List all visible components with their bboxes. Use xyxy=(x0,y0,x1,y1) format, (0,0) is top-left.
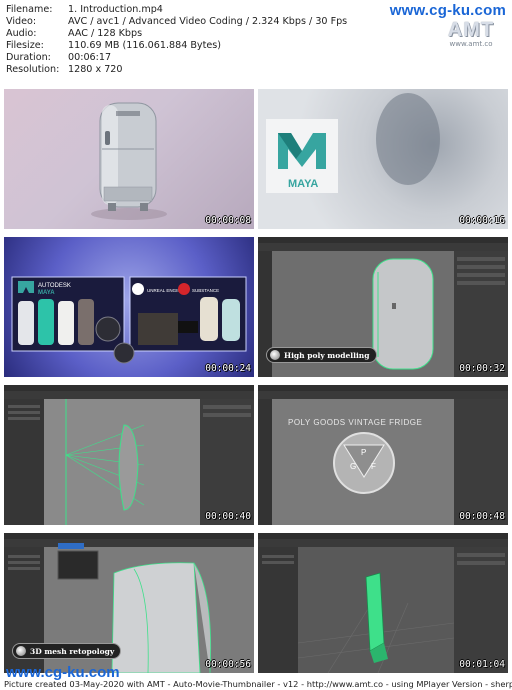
meta-key: Resolution: xyxy=(6,64,60,76)
maya-label: MAYA xyxy=(38,290,55,296)
timestamp: 00:00:16 xyxy=(459,215,505,226)
meta-row-duration: Duration: 00:06:17 xyxy=(6,52,386,64)
thumbnail-1[interactable]: 00:00:08 xyxy=(4,89,254,229)
timestamp: 00:00:48 xyxy=(459,511,505,522)
meta-row-audio: Audio: AAC / 128 Kbps xyxy=(6,28,386,40)
logo-text: POLY GOODS VINTAGE FRIDGE xyxy=(288,418,422,427)
meta-key: Duration: xyxy=(6,52,51,64)
meta-value: 1. Introduction.mp4 xyxy=(68,4,163,15)
timestamp: 00:00:56 xyxy=(205,659,251,670)
badge-text: High poly modelling xyxy=(284,350,370,360)
logo-scene: POLY GOODS VINTAGE FRIDGE P G F xyxy=(258,385,508,525)
meta-key: Filename: xyxy=(6,4,53,15)
meta-value: 00:06:17 xyxy=(68,52,112,64)
logo-letter-g: G xyxy=(350,462,356,471)
thumbnail-7[interactable]: 3D mesh retopology 00:00:56 xyxy=(4,533,254,673)
section-badge: 3D mesh retopology xyxy=(12,643,122,659)
badge-icon xyxy=(270,350,280,360)
meta-row-resolution: Resolution: 1280 x 720 xyxy=(6,64,386,76)
thumbnail-3[interactable]: AUTODESK MAYA UNREAL ENGINE SUBSTANCE 00… xyxy=(4,237,254,377)
thumbnail-8[interactable]: 00:01:04 xyxy=(258,533,508,673)
thumbnail-grid: 00:00:08 MAYA 00:00:16 AUTODESK MAYA UNR… xyxy=(4,89,508,677)
green-mesh-scene xyxy=(258,533,508,673)
meta-row-video: Video: AVC / avc1 / Advanced Video Codin… xyxy=(6,16,386,28)
maya-label: MAYA xyxy=(288,178,318,190)
meta-key: Video: xyxy=(6,16,37,28)
meta-key: Filesize: xyxy=(6,40,44,52)
meta-value: 1280 x 720 xyxy=(68,64,123,76)
footer-credit: Picture created 03-May-2020 with AMT - A… xyxy=(4,679,512,689)
thumbnail-5[interactable]: 00:00:40 xyxy=(4,385,254,525)
meta-value: 110.69 MB (116.061.884 Bytes) xyxy=(68,40,222,52)
timestamp: 00:00:40 xyxy=(205,511,251,522)
thumbnail-4[interactable]: High poly modelling 00:00:32 xyxy=(258,237,508,377)
fridge-render-scene xyxy=(91,102,167,220)
meta-value: AVC / avc1 / Advanced Video Coding / 2.3… xyxy=(68,16,348,28)
badge-text: 3D mesh retopology xyxy=(30,646,115,656)
timestamp: 00:00:08 xyxy=(205,215,251,226)
maya-logo-scene: MAYA xyxy=(266,93,440,193)
timestamp: 00:00:32 xyxy=(459,363,505,374)
timestamp: 00:01:04 xyxy=(459,659,505,670)
thumbnail-2[interactable]: MAYA 00:00:16 xyxy=(258,89,508,229)
meta-row-filename: Filename: 1. Introduction.mp4 xyxy=(6,4,386,16)
amt-logo-mark: AMT xyxy=(447,19,495,41)
logo-letter-f: F xyxy=(371,462,376,471)
wire-scene xyxy=(4,385,254,525)
timestamp: 00:00:24 xyxy=(205,363,251,374)
amt-logo: AMT www.amt.co xyxy=(438,19,504,53)
thumbnail-6[interactable]: POLY GOODS VINTAGE FRIDGE P G F 00:00:48 xyxy=(258,385,508,525)
meta-value: AAC / 128 Kbps xyxy=(68,28,143,40)
file-metadata: Filename: 1. Introduction.mp4 Video: AVC… xyxy=(6,4,386,77)
collage-scene: AUTODESK MAYA UNREAL ENGINE SUBSTANCE xyxy=(11,276,247,364)
substance-label: SUBSTANCE xyxy=(192,288,219,293)
badge-icon xyxy=(16,646,26,656)
logo-letter-p: P xyxy=(361,448,366,457)
watermark-url: www.cg-ku.com xyxy=(389,2,506,19)
meta-row-filesize: Filesize: 110.69 MB (116.061.884 Bytes) xyxy=(6,40,386,52)
autodesk-label: AUTODESK xyxy=(38,283,71,289)
section-badge: High poly modelling xyxy=(266,347,377,363)
meta-key: Audio: xyxy=(6,28,37,40)
